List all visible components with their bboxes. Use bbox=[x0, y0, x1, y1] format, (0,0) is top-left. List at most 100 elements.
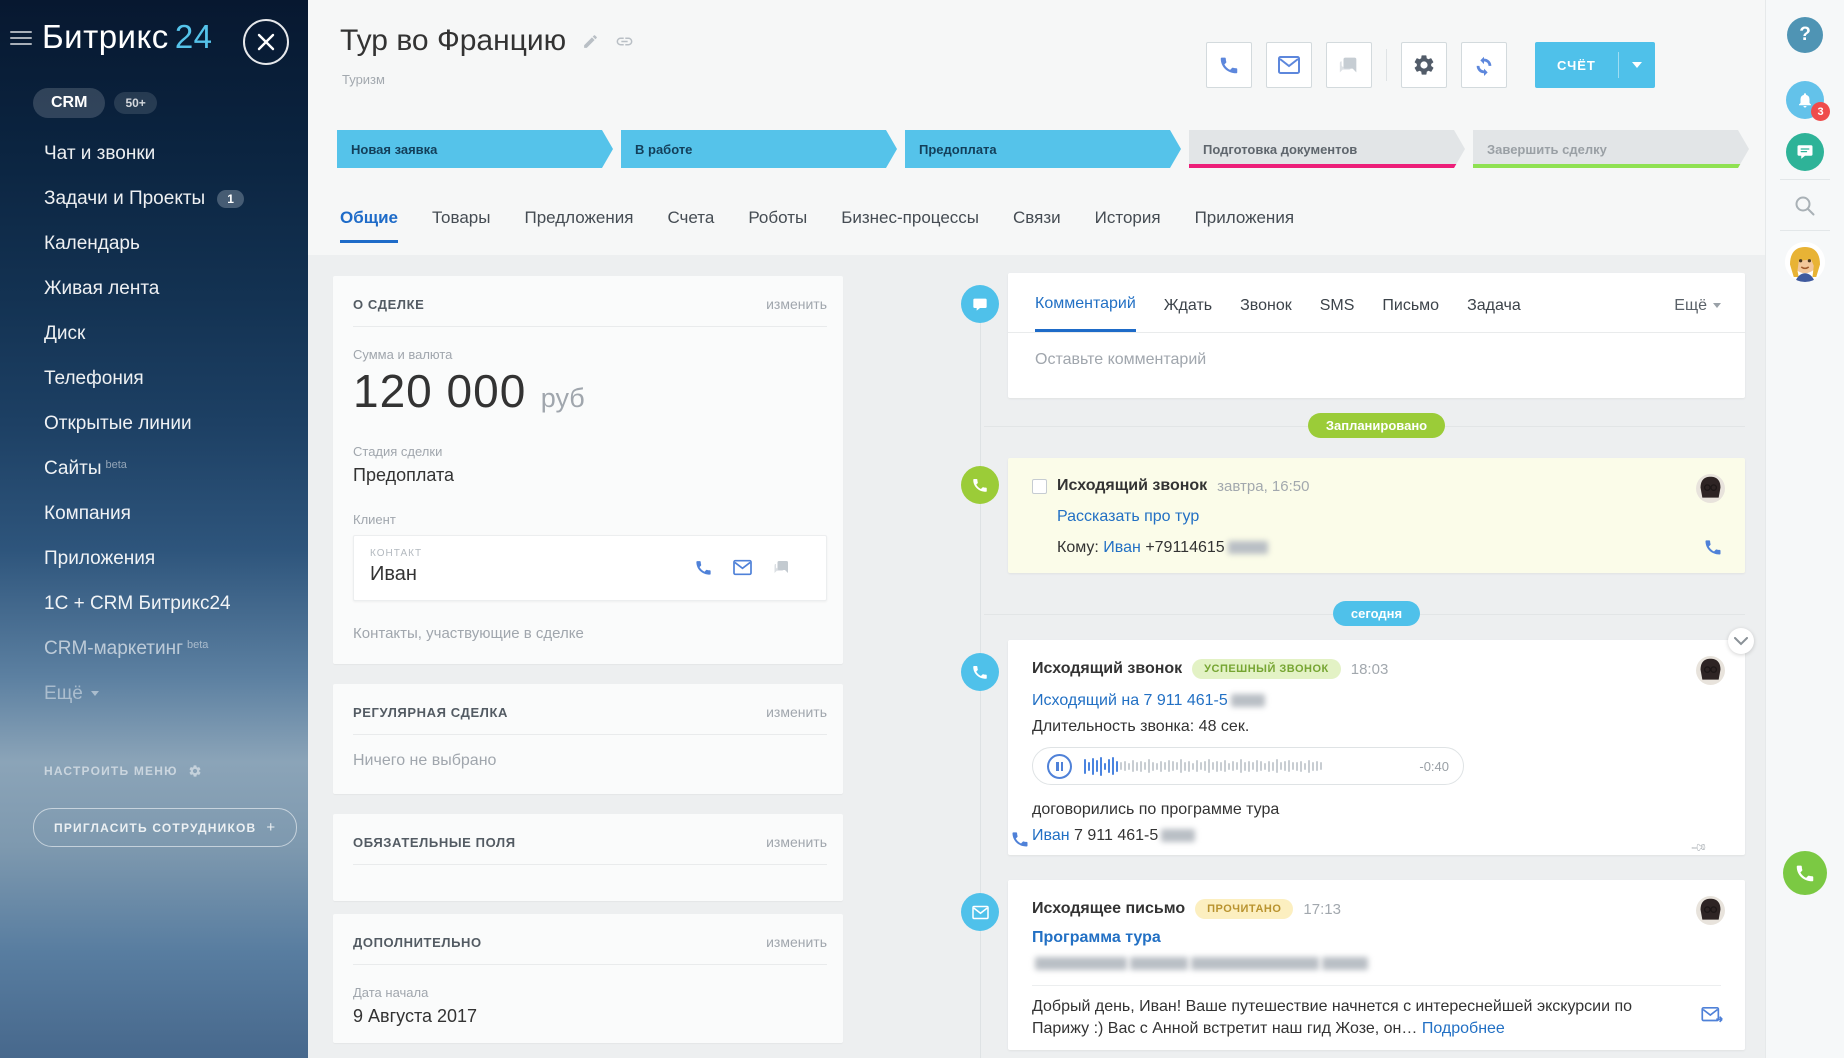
tasks-counter-badge: 1 bbox=[217, 190, 244, 208]
call-entry-icon bbox=[961, 653, 999, 691]
gear-icon bbox=[188, 764, 202, 778]
stage-prepayment[interactable]: Предоплата bbox=[905, 130, 1181, 168]
tab-products[interactable]: Товары bbox=[432, 208, 490, 243]
sidebar-menu: Чат и звонки Задачи и Проекты1 Календарь… bbox=[0, 131, 308, 716]
settings-button[interactable] bbox=[1401, 42, 1447, 88]
call-button[interactable] bbox=[1206, 42, 1252, 88]
send-email-icon[interactable] bbox=[1701, 1006, 1723, 1024]
complete-checkbox[interactable] bbox=[1032, 479, 1047, 494]
tab-invoices[interactable]: Счета bbox=[667, 208, 714, 243]
plus-icon: + bbox=[266, 819, 276, 836]
crm-row: CRM 50+ bbox=[33, 88, 157, 118]
sidebar-item-openlines[interactable]: Открытые линии bbox=[0, 401, 308, 446]
sidebar-item-more[interactable]: Ещё bbox=[0, 671, 308, 716]
tab-bizproc[interactable]: Бизнес-процессы bbox=[841, 208, 979, 243]
compose-tab-task[interactable]: Задача bbox=[1467, 297, 1521, 331]
actions-divider bbox=[1386, 49, 1387, 81]
sidebar-item-apps[interactable]: Приложения bbox=[0, 536, 308, 581]
search-button[interactable] bbox=[1792, 193, 1818, 219]
quick-call-button[interactable] bbox=[1783, 851, 1827, 895]
header-actions: СЧЁТ bbox=[1206, 42, 1655, 88]
logo[interactable]: Битрикс24 bbox=[42, 18, 213, 56]
call-subject-link[interactable]: Рассказать про тур bbox=[1057, 508, 1199, 525]
stage-in-progress[interactable]: В работе bbox=[621, 130, 897, 168]
close-menu-button[interactable] bbox=[243, 19, 289, 65]
collapse-chevron-button[interactable] bbox=[1728, 628, 1754, 654]
user-avatar[interactable] bbox=[1785, 242, 1825, 282]
sidebar-item-chat[interactable]: Чат и звонки bbox=[0, 131, 308, 176]
chat-button[interactable] bbox=[1326, 42, 1372, 88]
tab-quotes[interactable]: Предложения bbox=[524, 208, 633, 243]
waveform[interactable] bbox=[1084, 754, 1407, 778]
sidebar-item-tasks[interactable]: Задачи и Проекты1 bbox=[0, 176, 308, 221]
call-status-badge: УСПЕШНЫЙ ЗВОНОК bbox=[1192, 659, 1341, 679]
sidebar-item-feed[interactable]: Живая лента bbox=[0, 266, 308, 311]
sidebar-item-crm[interactable]: CRM bbox=[33, 88, 105, 118]
configure-menu-button[interactable]: НАСТРОИТЬ МЕНЮ bbox=[44, 764, 202, 778]
avatar[interactable] bbox=[1696, 474, 1725, 503]
sidebar-item-company[interactable]: Компания bbox=[0, 491, 308, 536]
compose-tab-more[interactable]: Ещё bbox=[1674, 297, 1721, 331]
call-pinned-icon[interactable]: 📌︎ bbox=[1010, 829, 1699, 849]
link-icon[interactable] bbox=[615, 32, 634, 51]
sidebar-item-calendar[interactable]: Календарь bbox=[0, 221, 308, 266]
compose-tab-wait[interactable]: Ждать bbox=[1164, 297, 1212, 331]
avatar[interactable] bbox=[1696, 896, 1725, 925]
entry-title: Исходящий звонок bbox=[1057, 477, 1207, 495]
page-title: Тур во Францию bbox=[340, 24, 566, 58]
sidebar: Битрикс24 CRM 50+ Чат и звонки Задачи и … bbox=[0, 0, 308, 1058]
compose-tab-sms[interactable]: SMS bbox=[1320, 297, 1355, 331]
compose-tab-comment[interactable]: Комментарий bbox=[1035, 295, 1136, 332]
read-more-link[interactable]: Подробнее bbox=[1422, 1020, 1505, 1037]
email-body: Добрый день, Иван! Ваше путешествие начн… bbox=[1032, 996, 1652, 1040]
tab-history[interactable]: История bbox=[1095, 208, 1161, 243]
avatar-image bbox=[1785, 242, 1825, 282]
timeline-compose-card: Комментарий Ждать Звонок SMS Письмо Зада… bbox=[1008, 273, 1745, 398]
tab-general[interactable]: Общие bbox=[340, 208, 398, 243]
tab-apps[interactable]: Приложения bbox=[1195, 208, 1294, 243]
compose-tab-letter[interactable]: Письмо bbox=[1382, 297, 1439, 331]
entry-time: завтра, 16:50 bbox=[1217, 478, 1309, 495]
invoice-button-label[interactable]: СЧЁТ bbox=[1535, 58, 1618, 73]
email-button[interactable] bbox=[1266, 42, 1312, 88]
notifications-button[interactable]: 3 bbox=[1786, 81, 1824, 119]
sidebar-item-telephony[interactable]: Телефония bbox=[0, 356, 308, 401]
chevron-down-icon bbox=[91, 691, 99, 696]
messenger-button[interactable] bbox=[1786, 133, 1824, 171]
entry-time: 18:03 bbox=[1351, 661, 1389, 678]
pause-button[interactable] bbox=[1047, 754, 1072, 779]
sidebar-item-sites[interactable]: Сайтыbeta bbox=[0, 446, 308, 491]
planned-group-badge: Запланировано bbox=[1008, 413, 1745, 438]
logo-24: 24 bbox=[175, 18, 213, 55]
sync-icon bbox=[1473, 54, 1495, 76]
stage-documents[interactable]: Подготовка документов bbox=[1189, 130, 1465, 168]
comment-input[interactable]: Оставьте комментарий bbox=[1008, 333, 1745, 387]
call-now-icon[interactable] bbox=[1703, 537, 1723, 557]
stage-close[interactable]: Завершить сделку bbox=[1473, 130, 1749, 168]
close-icon bbox=[257, 33, 275, 51]
invoice-split-button[interactable]: СЧЁТ bbox=[1535, 42, 1655, 88]
sidebar-item-1c-crm[interactable]: 1C + CRM Битрикс24 bbox=[0, 581, 308, 626]
compose-tab-call[interactable]: Звонок bbox=[1240, 297, 1292, 331]
contact-link[interactable]: Иван bbox=[1103, 539, 1141, 556]
avatar[interactable] bbox=[1696, 656, 1725, 685]
sync-button[interactable] bbox=[1461, 42, 1507, 88]
invoice-dropdown-caret[interactable] bbox=[1619, 62, 1655, 68]
right-toolbar: ? 3 bbox=[1765, 0, 1844, 1058]
sidebar-item-disk[interactable]: Диск bbox=[0, 311, 308, 356]
invite-employees-button[interactable]: ПРИГЛАСИТЬ СОТРУДНИКОВ+ bbox=[33, 808, 297, 847]
menu-burger-icon[interactable] bbox=[10, 27, 32, 49]
stage-new[interactable]: Новая заявка bbox=[337, 130, 613, 168]
call-direction-link[interactable]: Исходящий на 7 911 461-5 bbox=[1032, 692, 1228, 709]
chat-icon bbox=[1337, 54, 1361, 76]
help-button[interactable]: ? bbox=[1787, 17, 1823, 53]
tab-links[interactable]: Связи bbox=[1013, 208, 1061, 243]
outgoing-call-card: Исходящий звонок УСПЕШНЫЙ ЗВОНОК 18:03 И… bbox=[1008, 640, 1745, 855]
edit-title-icon[interactable] bbox=[582, 33, 599, 50]
envelope-icon bbox=[1277, 55, 1301, 75]
planned-call-card: Исходящий звонок завтра, 16:50 Рассказат… bbox=[1008, 458, 1745, 573]
email-subject-link[interactable]: Программа тура bbox=[1032, 929, 1161, 946]
tab-robots[interactable]: Роботы bbox=[748, 208, 807, 243]
sidebar-item-crm-marketing[interactable]: CRM-маркетингbeta bbox=[0, 626, 308, 671]
deal-stage-bar: Новая заявка В работе Предоплата Подгото… bbox=[337, 130, 1749, 168]
